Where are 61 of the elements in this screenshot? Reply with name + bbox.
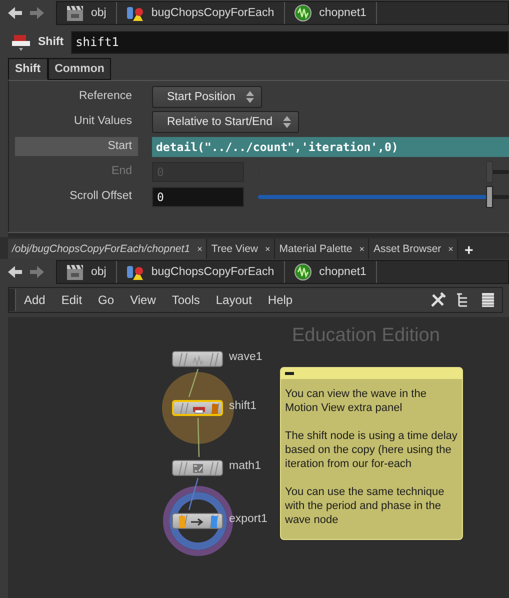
menu-item[interactable]: Go: [90, 293, 122, 307]
parameter-label: End: [110, 164, 133, 179]
menu-item[interactable]: View: [122, 293, 164, 307]
note-text: The shift node is using a time delay based on the copy (here using the iteration from our for-each: [285, 429, 458, 471]
menu-item[interactable]: Help: [260, 293, 301, 307]
back-icon[interactable]: [6, 264, 24, 280]
menu-item[interactable]: Tools: [164, 293, 208, 307]
tools-icon[interactable]: [430, 292, 446, 308]
pane-tab[interactable]: Tree View ×: [207, 239, 276, 259]
number-field[interactable]: 0: [152, 186, 244, 206]
parameter-label: Unit Values: [73, 114, 133, 129]
node-type-label: Shift: [38, 36, 64, 48]
expression-field[interactable]: detail("../../count",'iteration',0): [152, 136, 509, 156]
dropdown-menu[interactable]: Start Position: [152, 86, 262, 108]
shift-node-icon: [10, 32, 32, 52]
close-icon[interactable]: ×: [448, 244, 454, 254]
network-node[interactable]: [172, 460, 223, 476]
clapper-icon: [65, 263, 85, 281]
close-icon[interactable]: ×: [359, 244, 364, 254]
note-text: You can use the same technique with the period and phase in the wave node: [285, 485, 446, 527]
note-text: You can view the wave in the Motion View extra panel: [285, 387, 428, 415]
path-crumb[interactable]: obj: [57, 261, 118, 283]
wave-icon: [293, 4, 314, 22]
menu-item[interactable]: Edit: [53, 293, 90, 307]
parameter-tab[interactable]: Common: [48, 58, 112, 80]
path-crumb[interactable]: chopnet1: [285, 2, 378, 24]
slider[interactable]: [258, 186, 509, 208]
parameter-label: Scroll Offset: [68, 189, 133, 204]
close-icon[interactable]: ×: [197, 244, 202, 254]
node-label: math1: [229, 460, 261, 472]
list-icon[interactable]: [480, 292, 496, 308]
shapes-icon: [125, 263, 146, 281]
wave-icon: [293, 263, 314, 281]
dropdown-menu[interactable]: Relative to Start/End: [152, 110, 300, 132]
add-tab-button[interactable]: +: [458, 242, 480, 259]
parameter-tab[interactable]: Shift: [8, 58, 48, 80]
pane-tab[interactable]: Asset Browser ×: [369, 239, 458, 259]
clapper-icon: [65, 4, 85, 22]
node-label: export1: [229, 513, 268, 525]
menu-item[interactable]: Add: [16, 293, 54, 307]
collapse-handle[interactable]: [9, 289, 16, 311]
parameter-label: Start: [15, 137, 138, 156]
node-label: shift1: [229, 400, 256, 412]
shapes-icon: [125, 4, 146, 22]
slider-thumb[interactable]: [486, 186, 493, 208]
node-label: wave1: [229, 351, 262, 363]
menu-item[interactable]: Layout: [208, 293, 260, 307]
network-node[interactable]: [172, 351, 223, 367]
pane-tab[interactable]: /obj/bugChopsCopyForEach/chopnet1 ×: [8, 239, 208, 259]
node-name-field[interactable]: shift1: [70, 30, 509, 54]
back-icon[interactable]: [6, 5, 24, 21]
path-crumb[interactable]: bugChopsCopyForEach: [117, 2, 286, 24]
path-crumb[interactable]: obj: [57, 2, 118, 24]
slider[interactable]: [258, 160, 509, 182]
updown-icon: [245, 90, 256, 104]
updown-icon: [282, 114, 292, 128]
path-crumb[interactable]: chopnet1: [285, 261, 378, 283]
pane-tab[interactable]: Material Palette ×: [275, 239, 370, 259]
close-icon[interactable]: ×: [265, 244, 270, 254]
path-crumb[interactable]: bugChopsCopyForEach: [117, 261, 286, 283]
parameter-label: Reference: [78, 89, 133, 104]
